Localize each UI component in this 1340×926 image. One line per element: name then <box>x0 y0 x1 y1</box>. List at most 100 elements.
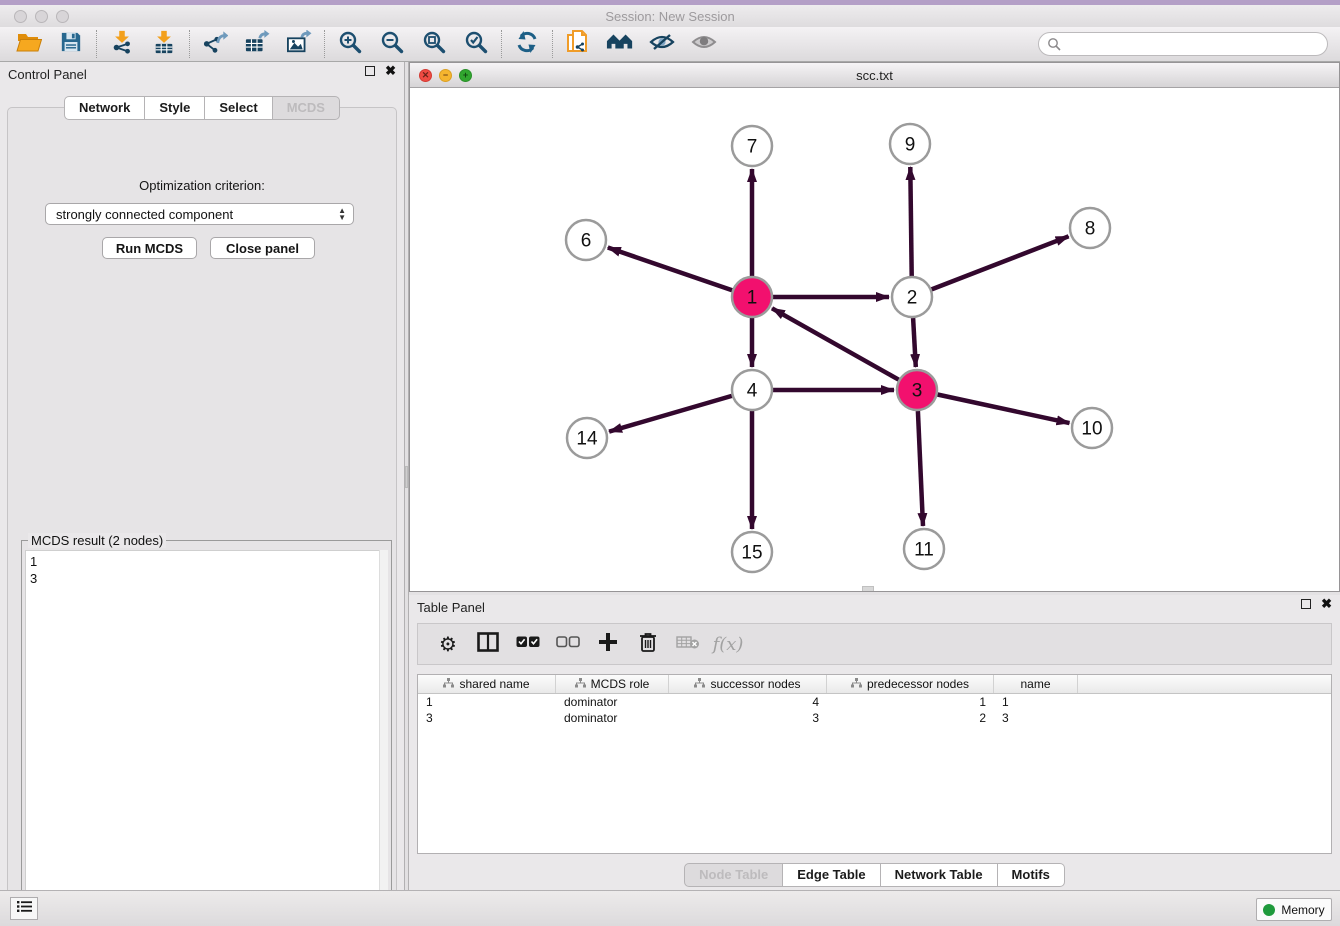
splitter-grip[interactable] <box>405 466 408 488</box>
criterion-dropdown[interactable]: strongly connected component ▲▼ <box>45 203 354 225</box>
export-table-button[interactable] <box>236 29 278 60</box>
network-graph[interactable]: 1 2 3 4 6 7 8 9 10 11 14 15 <box>410 88 1339 591</box>
table-cell[interactable]: dominator <box>556 710 669 726</box>
edge-3-10[interactable] <box>938 395 1070 424</box>
tab-mcds[interactable]: MCDS <box>273 96 340 120</box>
column-header-successor-nodes[interactable]: successor nodes <box>669 675 827 693</box>
table-cell[interactable]: 4 <box>669 694 827 710</box>
table-tab-network-table[interactable]: Network Table <box>881 863 998 887</box>
unselect-all-columns-button[interactable] <box>550 627 586 661</box>
table-cell[interactable]: 3 <box>994 710 1078 726</box>
table-tab-edge-table[interactable]: Edge Table <box>783 863 880 887</box>
edge-3-11[interactable] <box>918 411 923 526</box>
function-builder-button[interactable]: f(x) <box>710 627 746 661</box>
table-tab-node-table[interactable]: Node Table <box>684 863 783 887</box>
control-panel-header: Control Panel ✖ <box>0 62 404 86</box>
table-tab-motifs[interactable]: Motifs <box>998 863 1065 887</box>
control-panel: Control Panel ✖ NetworkStyleSelectMCDS O… <box>0 62 404 890</box>
svg-text:10: 10 <box>1081 419 1102 440</box>
zoom-selected-button[interactable] <box>455 29 497 60</box>
graph-node-3[interactable]: 3 <box>897 370 937 410</box>
select-all-columns-button[interactable] <box>510 627 546 661</box>
memory-button[interactable]: Memory <box>1256 898 1332 921</box>
tab-select[interactable]: Select <box>205 96 272 120</box>
hide-graphics-details-button[interactable] <box>641 29 683 60</box>
checked-boxes-icon <box>516 635 540 653</box>
canvas-resize-handle[interactable] <box>862 586 874 591</box>
tab-network[interactable]: Network <box>64 96 145 120</box>
close-panel-icon[interactable]: ✖ <box>385 66 396 76</box>
graph-node-9[interactable]: 9 <box>890 124 930 164</box>
graph-node-11[interactable]: 11 <box>904 529 944 569</box>
fx-icon: f(x) <box>713 634 744 655</box>
import-network-button[interactable] <box>101 29 143 60</box>
graph-node-4[interactable]: 4 <box>732 370 772 410</box>
graph-node-7[interactable]: 7 <box>732 126 772 166</box>
table-panel: Table Panel ✖ ⚙ f(x) shared nameMCDS rol… <box>409 595 1340 890</box>
apply-layout-button[interactable] <box>506 29 548 60</box>
new-network-from-selection-button[interactable] <box>557 29 599 60</box>
create-column-button[interactable] <box>590 627 626 661</box>
zoom-fit-button[interactable] <box>413 29 455 60</box>
table-cell[interactable]: 3 <box>418 710 556 726</box>
column-header-predecessor-nodes[interactable]: predecessor nodes <box>827 675 994 693</box>
task-history-button[interactable] <box>10 897 38 920</box>
edge-3-1[interactable] <box>772 308 899 379</box>
svg-text:3: 3 <box>912 381 923 402</box>
table-cell[interactable]: dominator <box>556 694 669 710</box>
unchecked-boxes-icon <box>556 635 580 653</box>
table-cell[interactable]: 1 <box>418 694 556 710</box>
eye-slash-icon <box>649 32 675 57</box>
table-cell[interactable]: 3 <box>669 710 827 726</box>
graph-node-6[interactable]: 6 <box>566 220 606 260</box>
edge-1-6[interactable] <box>608 248 732 291</box>
graph-node-2[interactable]: 2 <box>892 277 932 317</box>
export-network-button[interactable] <box>194 29 236 60</box>
graph-node-15[interactable]: 15 <box>732 532 772 572</box>
search-input[interactable] <box>1038 32 1328 56</box>
network-canvas[interactable]: 1 2 3 4 6 7 8 9 10 11 14 15 <box>410 88 1339 591</box>
mcds-result-text[interactable]: 1 3 <box>25 550 388 913</box>
run-mcds-button[interactable]: Run MCDS <box>102 237 197 259</box>
edge-4-14[interactable] <box>609 396 732 432</box>
column-header-mcds-role[interactable]: MCDS role <box>556 675 669 693</box>
import-table-button[interactable] <box>143 29 185 60</box>
show-columns-button[interactable] <box>470 627 506 661</box>
table-row[interactable]: 1dominator411 <box>418 694 1331 710</box>
table-cell[interactable]: 1 <box>994 694 1078 710</box>
table-row[interactable]: 3dominator323 <box>418 710 1331 726</box>
zoom-in-button[interactable] <box>329 29 371 60</box>
graph-node-1[interactable]: 1 <box>732 277 772 317</box>
tab-style[interactable]: Style <box>145 96 205 120</box>
close-panel-button[interactable]: Close panel <box>210 237 315 259</box>
float-table-panel-icon[interactable] <box>1301 599 1311 609</box>
graph-node-14[interactable]: 14 <box>567 418 607 458</box>
edge-2-3[interactable] <box>913 318 916 367</box>
svg-text:6: 6 <box>581 231 592 252</box>
network-window-titlebar[interactable]: ✕ − + scc.txt <box>410 63 1339 88</box>
graph-node-10[interactable]: 10 <box>1072 408 1112 448</box>
column-header-shared-name[interactable]: shared name <box>418 675 556 693</box>
close-table-panel-icon[interactable]: ✖ <box>1321 599 1332 609</box>
save-session-button[interactable] <box>50 29 92 60</box>
export-image-button[interactable] <box>278 29 320 60</box>
column-header-name[interactable]: name <box>994 675 1078 693</box>
float-panel-icon[interactable] <box>365 66 375 76</box>
svg-text:8: 8 <box>1085 219 1096 240</box>
birds-eye-view-button[interactable] <box>683 29 725 60</box>
graph-node-8[interactable]: 8 <box>1070 208 1110 248</box>
toolbar-separator <box>324 30 325 58</box>
table-cell[interactable]: 1 <box>827 694 994 710</box>
network-overview-button[interactable] <box>599 29 641 60</box>
table-panel-title: Table Panel <box>417 600 485 615</box>
table-cell[interactable]: 2 <box>827 710 994 726</box>
edge-2-8[interactable] <box>932 236 1069 289</box>
open-file-button[interactable] <box>8 29 50 60</box>
zoom-out-button[interactable] <box>371 29 413 60</box>
svg-text:9: 9 <box>905 135 916 156</box>
delete-column-button[interactable] <box>630 627 666 661</box>
result-scrollbar[interactable] <box>379 550 388 913</box>
delete-table-button[interactable] <box>670 627 706 661</box>
edge-2-9[interactable] <box>910 167 911 276</box>
table-options-button[interactable]: ⚙ <box>430 627 466 661</box>
